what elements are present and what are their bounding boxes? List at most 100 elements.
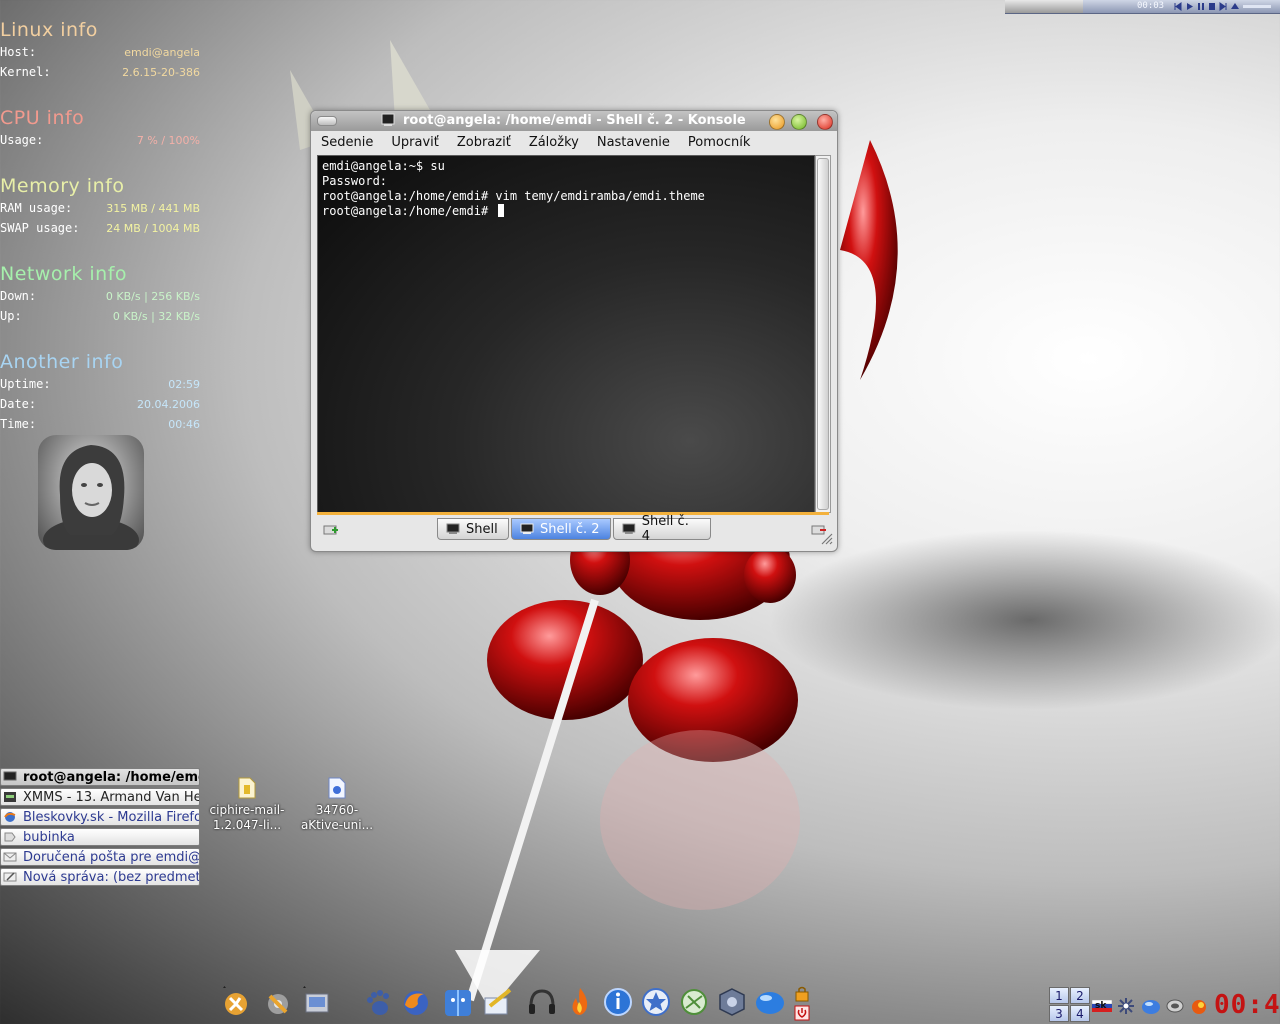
menu-edit[interactable]: Upraviť — [381, 135, 446, 150]
network-info-section: Network info Down: 0 KB/s | 256 KB/s Up:… — [0, 262, 200, 326]
info-label: RAM usage: — [0, 201, 73, 215]
info-row-time: Time: 00:46 — [0, 414, 200, 434]
volume-tray-icon[interactable] — [1165, 996, 1185, 1016]
kde-menu-icon[interactable] — [220, 986, 252, 1018]
other-info-section: Another info Uptime: 02:59 Date: 20.04.2… — [0, 350, 200, 434]
next-icon[interactable] — [1219, 2, 1227, 11]
tab-shell-4[interactable]: Shell č. 4 — [613, 514, 711, 544]
pager-desktop-3[interactable]: 3 — [1049, 1005, 1069, 1022]
cpu-info-heading: CPU info — [0, 107, 85, 129]
network-icon[interactable] — [678, 986, 710, 1018]
star-icon[interactable] — [640, 986, 672, 1018]
pager-desktop-2[interactable]: 2 — [1070, 987, 1090, 1004]
keyboard-layout-flag[interactable]: sk — [1091, 996, 1113, 1016]
window-menu-handle[interactable] — [317, 116, 337, 126]
lock-icon[interactable] — [794, 986, 810, 1002]
terminal-scrollbar[interactable] — [815, 155, 831, 513]
tab-divider — [317, 512, 829, 515]
info-value: 315 MB / 441 MB — [106, 201, 200, 215]
menu-bookmarks[interactable]: Záložky — [519, 135, 587, 150]
stop-icon[interactable] — [1209, 3, 1215, 10]
firefox-icon[interactable] — [400, 986, 432, 1018]
taskbar-list: root@angela: /home/emdi XMMS - 13. Arman… — [0, 768, 200, 888]
player-handle[interactable] — [1005, 0, 1083, 13]
menu-help[interactable]: Pomocník — [678, 135, 758, 150]
scrollbar-thumb[interactable] — [817, 158, 829, 510]
xmms-mini-player[interactable]: 00:03 — [1005, 0, 1280, 14]
menu-settings[interactable]: Nastavenie — [587, 135, 678, 150]
desktop-icon-ciphire[interactable]: ciphire-mail- 1.2.047-li... — [202, 777, 292, 833]
gnome-foot-icon[interactable] — [362, 986, 394, 1018]
menu-session[interactable]: Sedenie — [311, 135, 381, 150]
task-label: Doručená pošta pre emdi@ — [23, 849, 200, 865]
network-tray-icon[interactable] — [1141, 996, 1161, 1016]
info-label: Up: — [0, 309, 22, 323]
konsole-window[interactable]: root@angela: /home/emdi - Shell č. 2 - K… — [310, 110, 838, 552]
compose-mail-icon — [3, 872, 17, 882]
klipper-icon[interactable] — [1116, 996, 1136, 1016]
xmms-icon — [4, 792, 16, 802]
tab-shell-2[interactable]: Shell č. 2 — [511, 518, 611, 540]
task-xmms[interactable]: XMMS - 13. Armand Van Helden — [0, 788, 200, 806]
play-icon[interactable] — [1187, 3, 1193, 10]
maximize-button[interactable] — [791, 114, 807, 130]
info-label: Uptime: — [0, 377, 51, 391]
pager-desktop-1[interactable]: 1 — [1049, 987, 1069, 1004]
finder-icon[interactable] — [442, 986, 474, 1018]
info-row-kernel: Kernel: 2.6.15-20-386 — [0, 62, 200, 82]
desktop-icon-label: aKtive-uni... — [300, 818, 374, 832]
task-label: XMMS - 13. Armand Van Helden — [23, 789, 199, 805]
player-controls[interactable] — [1173, 2, 1277, 11]
seek-bar[interactable] — [1243, 5, 1271, 8]
kcontrol-icon[interactable] — [262, 986, 294, 1018]
minimize-button[interactable] — [769, 114, 785, 130]
tab-label: Shell č. 2 — [540, 521, 600, 537]
info-value: 20.04.2006 — [137, 397, 200, 411]
desktop-icon-aktive[interactable]: 34760- aKtive-uni... — [292, 777, 382, 833]
info-label: Time: — [0, 417, 37, 431]
flame-icon[interactable] — [564, 986, 596, 1018]
terminal-icon — [3, 771, 17, 781]
info-value: emdi@angela — [124, 45, 200, 59]
keyboard-layout-label: sk — [1095, 1001, 1107, 1011]
mail-icon — [3, 852, 17, 862]
pager-desktop-4[interactable]: 4 — [1070, 1005, 1090, 1022]
info-row-up: Up: 0 KB/s | 32 KB/s — [0, 306, 200, 326]
terminal-area[interactable]: emdi@angela:~$ su Password: root@angela:… — [317, 155, 815, 513]
info-label: Date: — [0, 397, 37, 411]
task-mail-inbox[interactable]: Doručená pošta pre emdi@ — [0, 848, 200, 866]
info-label: Host: — [0, 45, 37, 59]
power-icon[interactable] — [794, 1005, 810, 1021]
eject-icon[interactable] — [1231, 3, 1239, 9]
close-button[interactable] — [817, 114, 833, 130]
menu-view[interactable]: Zobraziť — [447, 135, 519, 150]
task-firefox[interactable]: Bleskovky.sk - Mozilla Firefox — [0, 808, 200, 826]
kmail-tray-icon[interactable] — [1189, 996, 1209, 1016]
linux-info-heading: Linux info — [0, 19, 98, 41]
computer-icon[interactable] — [302, 986, 334, 1018]
task-new-message[interactable]: Nová správa: (bez predmetu) — [0, 868, 200, 886]
new-session-icon[interactable] — [323, 524, 339, 536]
previous-icon[interactable] — [1174, 2, 1182, 11]
terminal-line: emdi@angela:~$ su — [322, 159, 445, 173]
linux-info-section: Linux info Host: emdi@angela Kernel: 2.6… — [0, 18, 200, 82]
other-info-heading: Another info — [0, 351, 124, 373]
info-row-cpu-usage: Usage: 7 % / 100% — [0, 130, 200, 150]
headphones-icon[interactable] — [526, 986, 558, 1018]
terminal-line: Password: — [322, 174, 388, 188]
writer-icon[interactable] — [482, 986, 514, 1018]
window-titlebar[interactable]: root@angela: /home/emdi - Shell č. 2 - K… — [311, 111, 837, 131]
clock[interactable]: 00:47 — [1214, 990, 1280, 1020]
globe-icon[interactable] — [754, 986, 786, 1018]
info-row-down: Down: 0 KB/s | 256 KB/s — [0, 286, 200, 306]
info-value: 2.6.15-20-386 — [122, 65, 200, 79]
memory-info-section: Memory info RAM usage: 315 MB / 441 MB S… — [0, 174, 200, 238]
task-bubinka[interactable]: bubinka — [0, 828, 200, 846]
security-icon[interactable] — [716, 986, 748, 1018]
resize-grip-icon[interactable] — [819, 531, 833, 545]
pause-icon[interactable] — [1198, 3, 1200, 10]
desktop-pager: 1 2 3 4 — [1049, 987, 1093, 1024]
task-konsole[interactable]: root@angela: /home/emdi — [0, 768, 200, 786]
info-icon[interactable] — [602, 986, 634, 1018]
tab-shell[interactable]: Shell — [437, 518, 509, 540]
